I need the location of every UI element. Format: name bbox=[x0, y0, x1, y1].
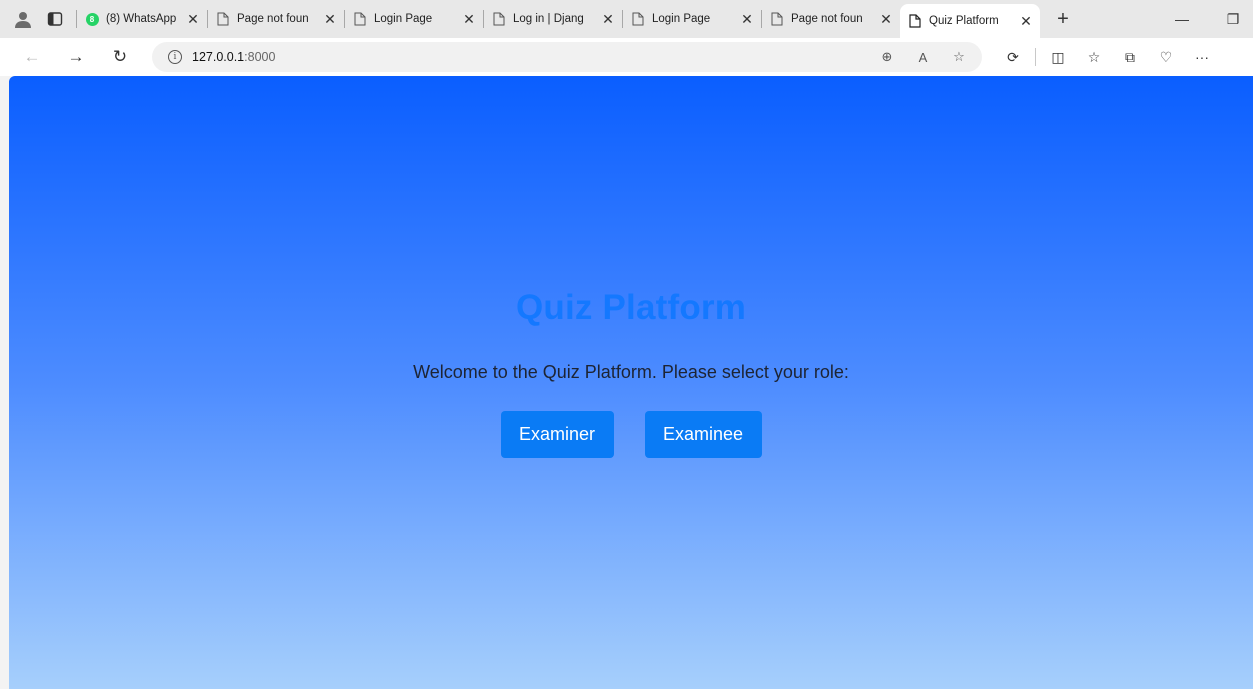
toolbar-divider bbox=[1035, 48, 1036, 66]
welcome-text: Welcome to the Quiz Platform. Please sel… bbox=[413, 362, 849, 382]
close-icon[interactable]: ✕ bbox=[461, 11, 477, 28]
favorite-star-icon[interactable]: ☆ bbox=[946, 49, 972, 65]
page-icon bbox=[908, 14, 922, 28]
site-info-icon[interactable]: i bbox=[168, 50, 182, 64]
tab-title: Page not foun bbox=[791, 13, 863, 25]
tab-title: Login Page bbox=[374, 13, 433, 25]
minimize-button[interactable]: — bbox=[1162, 0, 1202, 38]
tab-title: Page not foun bbox=[237, 13, 309, 25]
tab-whatsapp[interactable]: 8 (8) WhatsApp ✕ bbox=[77, 4, 207, 34]
tab-login-page-2[interactable]: Login Page ✕ bbox=[623, 4, 761, 34]
tab-page-not-found-1[interactable]: Page not foun ✕ bbox=[208, 4, 344, 34]
back-arrow-icon[interactable]: ← bbox=[16, 42, 48, 72]
close-icon[interactable]: ✕ bbox=[322, 11, 338, 28]
close-icon[interactable]: ✕ bbox=[739, 11, 755, 28]
zoom-icon[interactable]: ⊕ bbox=[874, 49, 900, 65]
page-viewport: Quiz Platform Welcome to the Quiz Platfo… bbox=[9, 76, 1253, 689]
refresh-icon[interactable]: ↻ bbox=[104, 42, 136, 72]
read-aloud-icon[interactable]: A bbox=[910, 50, 936, 65]
forward-arrow-icon[interactable]: → bbox=[60, 42, 92, 72]
tab-login-page-1[interactable]: Login Page ✕ bbox=[345, 4, 483, 34]
page-icon bbox=[216, 12, 230, 26]
examiner-button[interactable]: Examiner bbox=[500, 411, 614, 458]
more-options-icon[interactable]: ··· bbox=[1184, 49, 1220, 65]
role-selection-panel: Quiz Platform Welcome to the Quiz Platfo… bbox=[9, 288, 1253, 458]
profile-icon[interactable] bbox=[10, 6, 36, 32]
address-bar[interactable]: i 127.0.0.1:8000 ⊕ A ☆ bbox=[152, 42, 982, 72]
close-icon[interactable]: ✕ bbox=[185, 11, 201, 28]
navigation-bar: ← → ↻ i 127.0.0.1:8000 ⊕ A ☆ ⟳ ◫ ☆ ⧉ ♡ ·… bbox=[0, 38, 1253, 76]
page-icon bbox=[492, 12, 506, 26]
close-icon[interactable]: ✕ bbox=[878, 11, 894, 28]
split-screen-icon[interactable]: ◫ bbox=[1040, 49, 1076, 66]
new-tab-button[interactable]: + bbox=[1048, 4, 1078, 34]
tab-title: Log in | Djang bbox=[513, 13, 584, 25]
tab-title: (8) WhatsApp bbox=[106, 13, 177, 25]
tab-actions-icon[interactable] bbox=[42, 6, 68, 32]
url-host: 127.0.0.1 bbox=[192, 50, 245, 64]
close-icon[interactable]: ✕ bbox=[600, 11, 616, 28]
extensions-icon[interactable]: ⟳ bbox=[995, 49, 1031, 66]
address-bar-actions: ⊕ A ☆ bbox=[874, 42, 972, 72]
page-title: Quiz Platform bbox=[515, 288, 747, 327]
role-buttons: Examiner Examinee bbox=[9, 411, 1253, 458]
tab-django-login[interactable]: Log in | Djang ✕ bbox=[484, 4, 622, 34]
browser-essentials-icon[interactable]: ♡ bbox=[1148, 49, 1184, 66]
page-icon bbox=[631, 12, 645, 26]
close-icon[interactable]: ✕ bbox=[1018, 13, 1034, 30]
tab-badge: 8 bbox=[85, 12, 99, 26]
browser-toolbar: ⟳ ◫ ☆ ⧉ ♡ ··· bbox=[995, 42, 1220, 72]
page-icon bbox=[770, 12, 784, 26]
restore-button[interactable]: ❐ bbox=[1213, 0, 1253, 38]
favorites-icon[interactable]: ☆ bbox=[1076, 49, 1112, 66]
examinee-button[interactable]: Examinee bbox=[644, 411, 762, 458]
url-port: :8000 bbox=[244, 50, 276, 64]
tab-title: Login Page bbox=[652, 13, 711, 25]
page-icon bbox=[353, 12, 367, 26]
collections-icon[interactable]: ⧉ bbox=[1112, 49, 1148, 66]
tab-quiz-platform[interactable]: Quiz Platform ✕ bbox=[900, 4, 1040, 38]
tab-strip: 8 (8) WhatsApp ✕ Page not foun ✕ Login P… bbox=[0, 0, 1253, 38]
tab-page-not-found-2[interactable]: Page not foun ✕ bbox=[762, 4, 900, 34]
tab-title: Quiz Platform bbox=[929, 15, 999, 27]
whatsapp-icon: 8 bbox=[85, 12, 99, 26]
